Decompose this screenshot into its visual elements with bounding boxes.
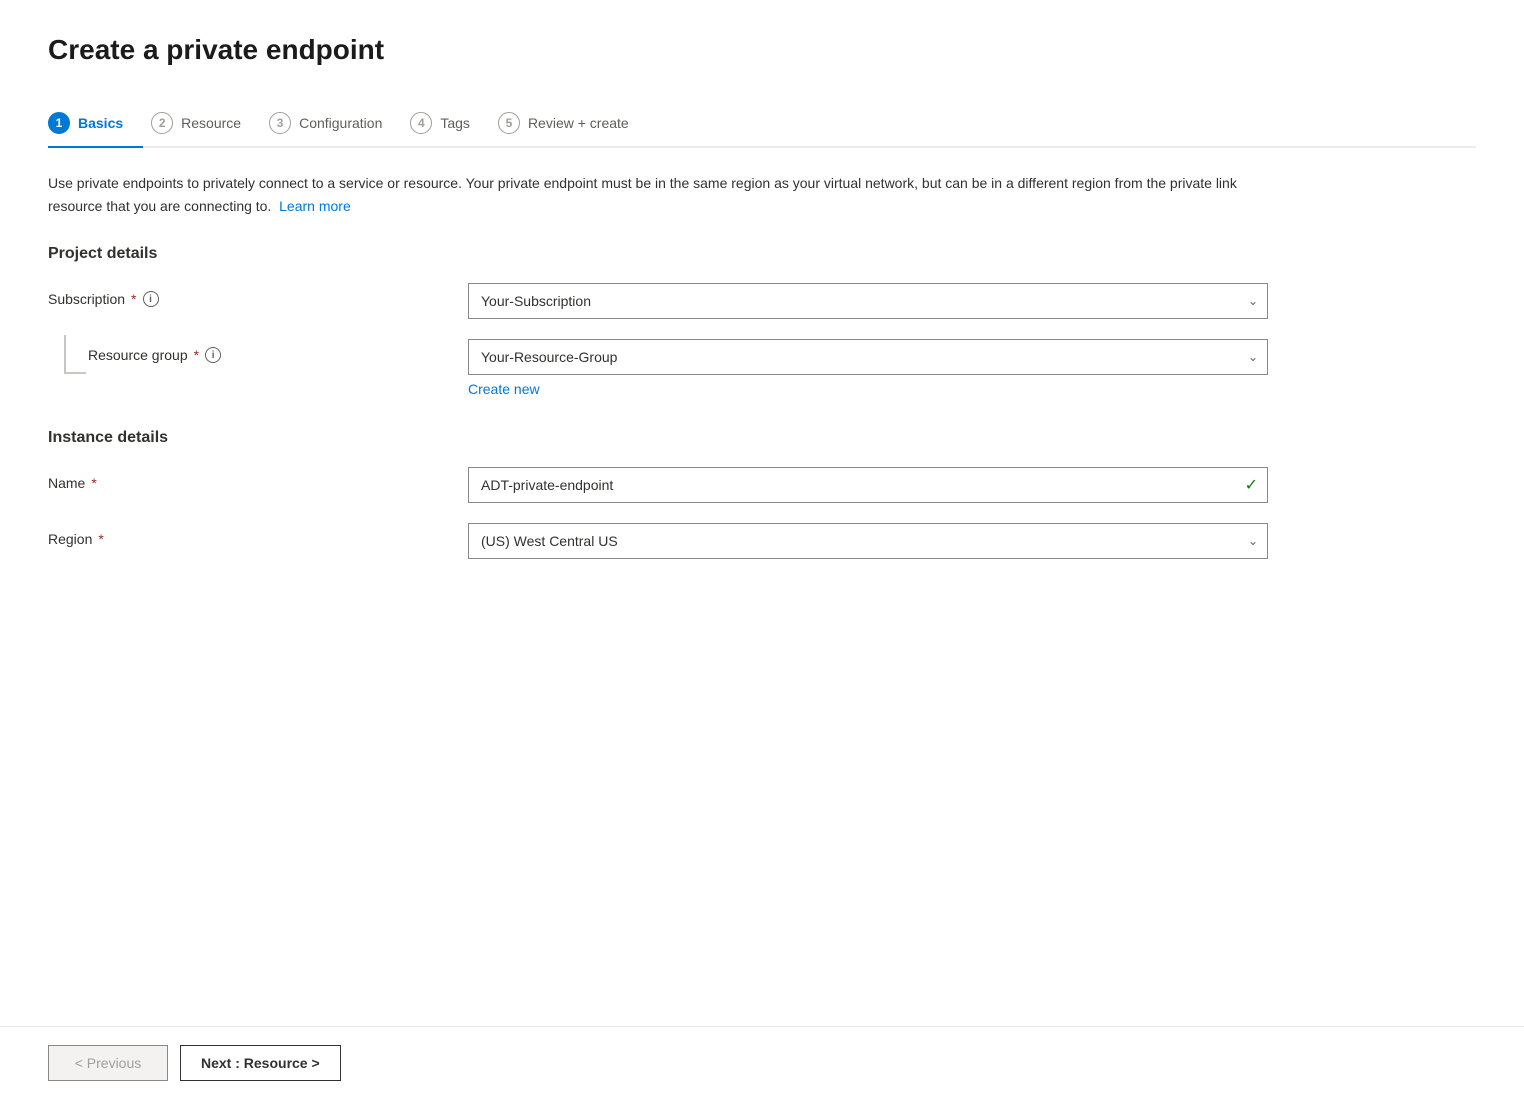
tab-review-create[interactable]: 5 Review + create (498, 100, 649, 146)
tab-label-configuration: Configuration (299, 115, 382, 131)
subscription-info-icon[interactable]: i (143, 291, 159, 307)
resource-group-control: Your-Resource-Group ⌄ Create new (468, 339, 1268, 397)
resource-group-label: Resource group (88, 347, 188, 363)
subscription-resource-group: Subscription * i Your-Subscription ⌄ (48, 283, 1476, 397)
name-input[interactable] (468, 467, 1268, 503)
subscription-label-container: Subscription * i (48, 283, 468, 307)
region-label-container: Region * (48, 523, 468, 547)
tab-number-review: 5 (498, 112, 520, 134)
resource-group-label-container: Resource group * i (48, 339, 468, 363)
subscription-label: Subscription (48, 291, 125, 307)
resource-group-required: * (194, 347, 199, 363)
name-label-container: Name * (48, 467, 468, 491)
subscription-control: Your-Subscription ⌄ (468, 283, 1268, 319)
previous-button[interactable]: < Previous (48, 1045, 168, 1081)
region-row: Region * (US) West Central US ⌄ (48, 523, 1476, 559)
subscription-dropdown[interactable]: Your-Subscription (468, 283, 1268, 319)
name-row: Name * ✓ (48, 467, 1476, 503)
resource-group-info-icon[interactable]: i (205, 347, 221, 363)
region-required: * (98, 531, 103, 547)
learn-more-link[interactable]: Learn more (279, 198, 351, 214)
tab-label-review: Review + create (528, 115, 629, 131)
tab-basics[interactable]: 1 Basics (48, 100, 143, 148)
region-dropdown-wrapper: (US) West Central US ⌄ (468, 523, 1268, 559)
name-label: Name (48, 475, 85, 491)
resource-group-dropdown[interactable]: Your-Resource-Group (468, 339, 1268, 375)
tab-number-configuration: 3 (269, 112, 291, 134)
tab-configuration[interactable]: 3 Configuration (269, 100, 402, 146)
project-details-title: Project details (48, 245, 1476, 263)
region-dropdown[interactable]: (US) West Central US (468, 523, 1268, 559)
tab-tags[interactable]: 4 Tags (410, 100, 490, 146)
instance-details-section: Instance details Name * ✓ Region (48, 429, 1476, 559)
tabs-container: 1 Basics 2 Resource 3 Configuration 4 Ta… (48, 100, 1476, 148)
region-control: (US) West Central US ⌄ (468, 523, 1268, 559)
bottom-bar: < Previous Next : Resource > (0, 1026, 1524, 1098)
description-text: Use private endpoints to privately conne… (48, 172, 1248, 217)
subscription-required: * (131, 291, 136, 307)
name-control: ✓ (468, 467, 1268, 503)
subscription-dropdown-wrapper: Your-Subscription ⌄ (468, 283, 1268, 319)
tab-label-tags: Tags (440, 115, 470, 131)
next-button[interactable]: Next : Resource > (180, 1045, 341, 1081)
tab-label-resource: Resource (181, 115, 241, 131)
page-title: Create a private endpoint (48, 32, 1476, 68)
subscription-row: Subscription * i Your-Subscription ⌄ (48, 283, 1476, 319)
instance-details-title: Instance details (48, 429, 1476, 447)
project-details-section: Project details Subscription * i Your-Su… (48, 245, 1476, 397)
region-label: Region (48, 531, 92, 547)
bracket-horizontal-line (64, 372, 86, 374)
create-new-link[interactable]: Create new (468, 381, 540, 397)
name-required: * (91, 475, 96, 491)
tab-resource[interactable]: 2 Resource (151, 100, 261, 146)
tab-number-tags: 4 (410, 112, 432, 134)
resource-group-dropdown-wrapper: Your-Resource-Group ⌄ (468, 339, 1268, 375)
tab-label-basics: Basics (78, 115, 123, 131)
tab-number-resource: 2 (151, 112, 173, 134)
resource-group-row: Resource group * i Your-Resource-Group ⌄… (48, 339, 1476, 397)
name-input-wrapper: ✓ (468, 467, 1268, 503)
tab-number-basics: 1 (48, 112, 70, 134)
bracket-vertical-line (64, 335, 66, 373)
